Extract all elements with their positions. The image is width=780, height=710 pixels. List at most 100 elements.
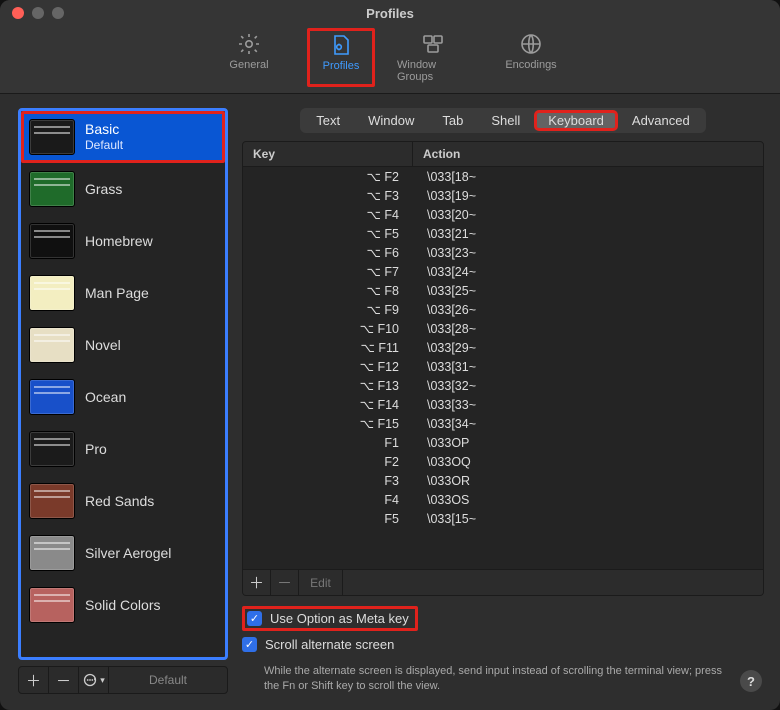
remove-mapping-button[interactable]: － <box>271 570 299 595</box>
scroll-alternate-label: Scroll alternate screen <box>265 637 394 652</box>
toolbar-window-groups[interactable]: Window Groups <box>397 32 469 83</box>
profile-icon <box>329 33 353 57</box>
table-row[interactable]: ⌥ F11\033[29~ <box>243 338 763 357</box>
tab-advanced[interactable]: Advanced <box>618 110 704 131</box>
table-row[interactable]: ⌥ F12\033[31~ <box>243 357 763 376</box>
cell-action: \033[20~ <box>413 208 763 222</box>
cell-action: \033[23~ <box>413 246 763 260</box>
tab-shell[interactable]: Shell <box>477 110 534 131</box>
profile-row-pro[interactable]: Pro <box>21 423 225 475</box>
profile-thumbnail <box>29 223 75 259</box>
table-row[interactable]: ⌥ F9\033[26~ <box>243 300 763 319</box>
edit-mapping-button[interactable]: Edit <box>299 570 343 595</box>
profile-labels: Homebrew <box>85 233 153 250</box>
cell-key: F3 <box>243 474 413 488</box>
profile-thumbnail <box>29 171 75 207</box>
cell-action: \033OS <box>413 493 763 507</box>
cell-action: \033[28~ <box>413 322 763 336</box>
option-as-meta-checkbox[interactable]: ✓ Use Option as Meta key <box>242 606 418 631</box>
profiles-list[interactable]: BasicDefault Grass Homebrew Man Page Novel Oc… <box>21 111 225 657</box>
tab-window[interactable]: Window <box>354 110 428 131</box>
cell-key: F2 <box>243 455 413 469</box>
cell-action: \033OR <box>413 474 763 488</box>
profile-row-homebrew[interactable]: Homebrew <box>21 215 225 267</box>
body: BasicDefault Grass Homebrew Man Page Novel Oc… <box>0 94 780 710</box>
profile-name: Grass <box>85 181 122 198</box>
profile-subtitle: Default <box>85 138 123 152</box>
table-row[interactable]: F1\033OP <box>243 433 763 452</box>
tab-text[interactable]: Text <box>302 110 354 131</box>
profile-row-grass[interactable]: Grass <box>21 163 225 215</box>
tab-keyboard[interactable]: Keyboard <box>534 110 618 131</box>
profile-row-man-page[interactable]: Man Page <box>21 267 225 319</box>
gear-icon <box>237 32 261 56</box>
toolbar-label: General <box>229 59 268 71</box>
cell-action: \033[18~ <box>413 170 763 184</box>
cell-key: ⌥ F12 <box>243 359 413 374</box>
table-row[interactable]: ⌥ F5\033[21~ <box>243 224 763 243</box>
col-action[interactable]: Action <box>413 142 763 166</box>
table-row[interactable]: ⌥ F3\033[19~ <box>243 186 763 205</box>
profile-thumbnail <box>29 119 75 155</box>
table-row[interactable]: ⌥ F7\033[24~ <box>243 262 763 281</box>
cell-key: ⌥ F14 <box>243 397 413 412</box>
toolbar-general[interactable]: General <box>213 32 285 83</box>
profile-name: Ocean <box>85 389 126 406</box>
table-row[interactable]: F3\033OR <box>243 471 763 490</box>
table-row[interactable]: ⌥ F15\033[34~ <box>243 414 763 433</box>
cell-action: \033[26~ <box>413 303 763 317</box>
profile-name: Solid Colors <box>85 597 160 614</box>
cell-action: \033[29~ <box>413 341 763 355</box>
table-body[interactable]: ⌥ F2\033[18~⌥ F3\033[19~⌥ F4\033[20~⌥ F5… <box>243 167 763 569</box>
table-row[interactable]: ⌥ F13\033[32~ <box>243 376 763 395</box>
cell-key: F5 <box>243 512 413 526</box>
table-row[interactable]: ⌥ F2\033[18~ <box>243 167 763 186</box>
table-row[interactable]: ⌥ F14\033[33~ <box>243 395 763 414</box>
profile-name: Man Page <box>85 285 149 302</box>
scroll-alternate-checkbox[interactable]: ✓ Scroll alternate screen <box>242 637 764 652</box>
cell-key: ⌥ F10 <box>243 321 413 336</box>
toolbar: General Profiles Window Groups Encodings <box>0 26 780 94</box>
wingroups-icon <box>421 32 445 56</box>
cell-action: \033[34~ <box>413 417 763 431</box>
option-as-meta-label: Use Option as Meta key <box>270 611 409 626</box>
profile-row-ocean[interactable]: Ocean <box>21 371 225 423</box>
table-row[interactable]: F5\033[15~ <box>243 509 763 528</box>
profile-row-solid-colors[interactable]: Solid Colors <box>21 579 225 631</box>
cell-action: \033[31~ <box>413 360 763 374</box>
profile-row-basic[interactable]: BasicDefault <box>21 111 225 163</box>
table-row[interactable]: F2\033OQ <box>243 452 763 471</box>
profile-row-silver-aerogel[interactable]: Silver Aerogel <box>21 527 225 579</box>
profile-thumbnail <box>29 275 75 311</box>
toolbar-label: Window Groups <box>397 59 469 83</box>
toolbar-label: Profiles <box>323 60 360 72</box>
add-profile-button[interactable]: ＋ <box>19 667 49 693</box>
profile-labels: Pro <box>85 441 107 458</box>
profile-labels: Grass <box>85 181 122 198</box>
profile-row-novel[interactable]: Novel <box>21 319 225 371</box>
cell-action: \033[33~ <box>413 398 763 412</box>
toolbar-label: Encodings <box>505 59 556 71</box>
table-row[interactable]: ⌥ F4\033[20~ <box>243 205 763 224</box>
profile-name: Novel <box>85 337 121 354</box>
help-button[interactable]: ? <box>740 670 762 692</box>
cell-key: F1 <box>243 436 413 450</box>
cell-action: \033[24~ <box>413 265 763 279</box>
profile-row-red-sands[interactable]: Red Sands <box>21 475 225 527</box>
tab-tab[interactable]: Tab <box>428 110 477 131</box>
profile-thumbnail <box>29 431 75 467</box>
cell-action: \033OQ <box>413 455 763 469</box>
table-row[interactable]: ⌥ F6\033[23~ <box>243 243 763 262</box>
remove-profile-button[interactable]: － <box>49 667 79 693</box>
table-row[interactable]: ⌥ F10\033[28~ <box>243 319 763 338</box>
col-key[interactable]: Key <box>243 142 413 166</box>
table-row[interactable]: ⌥ F8\033[25~ <box>243 281 763 300</box>
toolbar-profiles[interactable]: Profiles <box>307 28 375 87</box>
table-row[interactable]: F4\033OS <box>243 490 763 509</box>
add-mapping-button[interactable]: ＋ <box>243 570 271 595</box>
keymap-table: Key Action ⌥ F2\033[18~⌥ F3\033[19~⌥ F4\… <box>242 141 764 596</box>
profile-actions-menu[interactable]: ▾ <box>79 667 109 693</box>
toolbar-encodings[interactable]: Encodings <box>495 32 567 83</box>
profile-labels: Solid Colors <box>85 597 160 614</box>
set-default-button[interactable]: Default <box>109 667 227 693</box>
